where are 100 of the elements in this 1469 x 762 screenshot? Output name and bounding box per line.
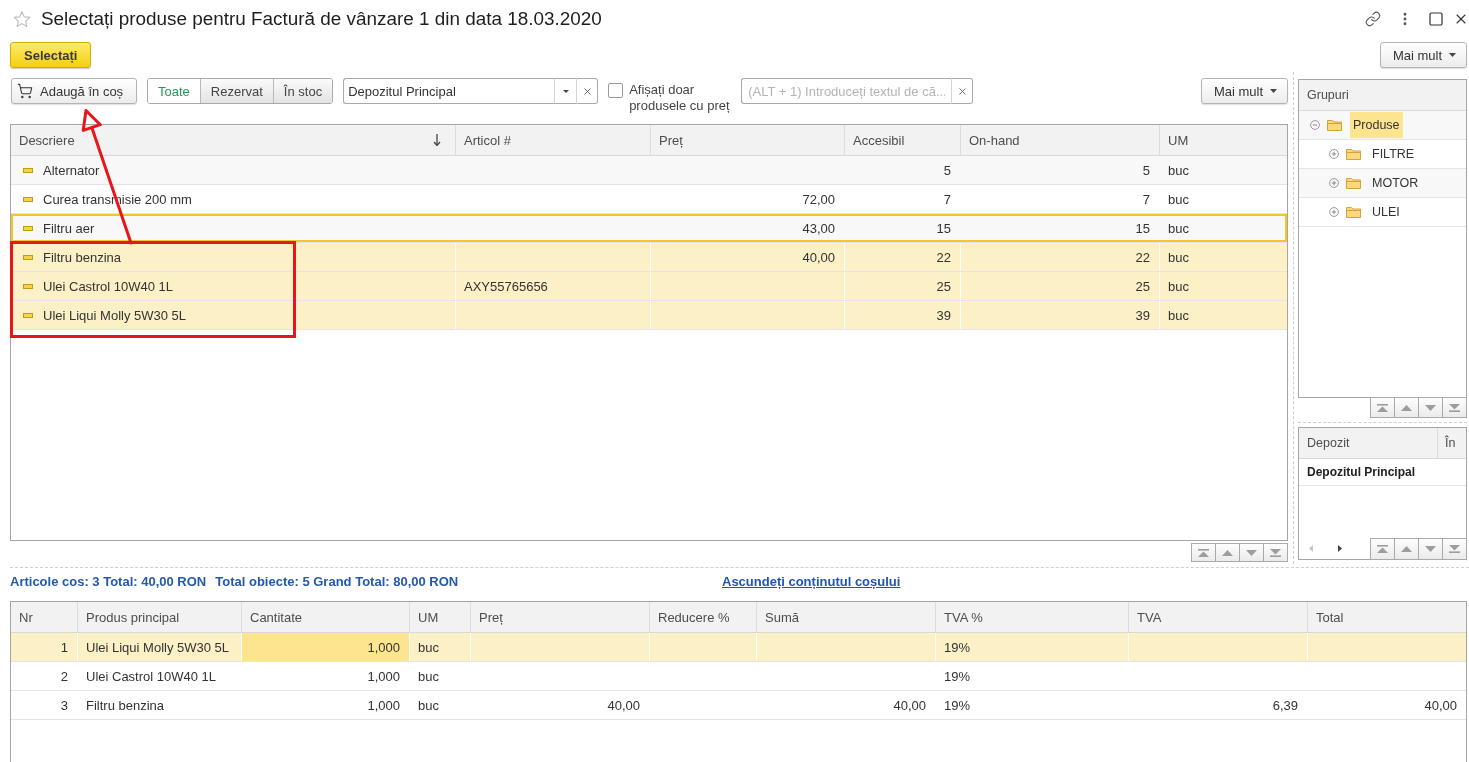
first-page-button[interactable] (1370, 538, 1395, 560)
cart-icon (17, 83, 33, 99)
column-header[interactable]: TVA (1129, 602, 1308, 632)
select-button[interactable]: Selectați (10, 42, 92, 68)
folder-icon (1327, 119, 1342, 131)
page-down-button[interactable] (1418, 538, 1443, 560)
column-header[interactable]: Cantitate (242, 602, 410, 632)
column-header[interactable]: UM (1160, 125, 1287, 155)
column-header[interactable]: Produs principal (78, 602, 242, 632)
table-cell-text: buc (417, 667, 440, 686)
column-header[interactable]: UM (410, 602, 471, 632)
item-icon (23, 196, 33, 202)
clear-button[interactable] (951, 78, 974, 104)
filter-tab[interactable]: În stoc (272, 79, 333, 103)
table-cell-text: 15 (1134, 219, 1151, 238)
column-header[interactable]: On-hand (961, 125, 1160, 155)
item-icon (23, 225, 33, 231)
more-button[interactable]: Mai mult (1200, 78, 1288, 104)
hide-cart-link[interactable]: Ascundeți conținutul coșului (722, 573, 901, 589)
table-row[interactable]: Ulei Castrol 10W40 1L AXY55765656 25 25 buc (11, 272, 1287, 301)
first-page-button[interactable] (1370, 397, 1395, 418)
sort-arrow-icon (433, 134, 441, 146)
to-bottom-icon (1449, 545, 1460, 553)
checkbox[interactable] (608, 83, 624, 98)
table-cell: 19% (936, 633, 1129, 661)
table-cell-text: 5 (1141, 161, 1151, 180)
table-row[interactable]: Ulei Liqui Molly 5W30 5L 39 39 buc (11, 301, 1287, 330)
table-row[interactable]: 1 Ulei Liqui Molly 5W30 5L 1,000 buc 19% (11, 633, 1466, 662)
tree-item[interactable]: FILTRE (1369, 141, 1418, 167)
expand-icon[interactable] (1329, 149, 1339, 159)
more-button[interactable]: Mai mult (1379, 42, 1467, 68)
column-header[interactable]: În (1438, 428, 1466, 458)
table-cell-text: Ulei Castrol 10W40 1L (85, 667, 218, 686)
caret-icon (1270, 89, 1277, 93)
expand-icon[interactable] (1329, 207, 1339, 217)
table-cell-text: 43,00 (801, 219, 836, 238)
table-cell: buc (410, 633, 471, 661)
table-cell-text: buc (1167, 248, 1190, 267)
up-triangle-icon (1401, 546, 1412, 552)
column-header[interactable]: Nr (11, 602, 78, 632)
table-cell: 40,00 (651, 243, 845, 271)
column-header[interactable]: Preț (471, 602, 650, 632)
folder-icon (1346, 206, 1361, 218)
maximize-icon[interactable] (1428, 11, 1444, 27)
dropdown-button[interactable] (554, 78, 577, 104)
page-down-button[interactable] (1239, 543, 1264, 562)
clear-icon (581, 85, 593, 97)
table-cell: Ulei Castrol 10W40 1L (43, 278, 174, 294)
table-cell: Depozitul Principal (1307, 465, 1415, 479)
table-row[interactable]: Filtru benzina 40,00 22 22 buc (11, 243, 1287, 272)
table-cell-text: 7 (942, 190, 952, 209)
table-row[interactable]: Alternator 5 5 buc (11, 156, 1287, 185)
column-header[interactable]: Descriere (11, 125, 456, 155)
table-cell-text: 72,00 (801, 190, 836, 209)
tree-item[interactable]: ULEI (1369, 199, 1403, 225)
scroll-right-icon[interactable] (1338, 545, 1342, 552)
table-cell: 22 (961, 243, 1160, 271)
to-bottom-icon (1449, 403, 1460, 412)
table-row[interactable]: Filtru aer 43,00 15 15 buc (11, 214, 1287, 243)
last-page-button[interactable] (1442, 538, 1467, 560)
clear-button[interactable] (576, 78, 599, 104)
scroll-left-icon[interactable] (1309, 545, 1313, 552)
column-header[interactable]: Articol # (456, 125, 651, 155)
clear-icon (956, 85, 968, 97)
column-header[interactable]: Depozit (1299, 428, 1438, 458)
column-header[interactable]: Sumă (757, 602, 936, 632)
column-header[interactable]: Reducere % (650, 602, 757, 632)
table-cell: AXY55765656 (456, 272, 651, 300)
column-header[interactable]: Accesibil (845, 125, 961, 155)
first-page-button[interactable] (1191, 543, 1216, 562)
table-cell-text: 5 (942, 161, 952, 180)
search-field[interactable]: (ALT + 1) Introduceți textul de că... (741, 78, 952, 104)
up-triangle-icon (1401, 404, 1412, 411)
table-cell-text: buc (417, 696, 440, 715)
page-up-button[interactable] (1394, 538, 1419, 560)
table-cell-text: 1,000 (366, 696, 401, 715)
table-cell: Filtru benzina (43, 249, 122, 265)
expand-icon[interactable] (1329, 178, 1339, 188)
table-cell-text: buc (1167, 190, 1190, 209)
column-header[interactable]: Total (1308, 602, 1466, 632)
table-cell-text: 19% (943, 667, 972, 686)
filter-tab[interactable]: Rezervat (199, 79, 273, 103)
panel-header: Grupuri (1299, 80, 1466, 111)
table-cell-text: buc (1167, 277, 1190, 296)
page-up-button[interactable] (1394, 397, 1419, 418)
add-to-cart-button[interactable]: Adaugă în coș (11, 78, 137, 104)
column-header[interactable]: TVA % (936, 602, 1129, 632)
column-header[interactable]: Preț (651, 125, 845, 155)
star-icon[interactable] (13, 10, 31, 28)
last-page-button[interactable] (1263, 543, 1288, 562)
to-top-icon (1377, 545, 1388, 553)
warehouse-field[interactable]: Depozitul Principal (343, 78, 555, 104)
page-up-button[interactable] (1215, 543, 1240, 562)
link-icon[interactable] (1365, 11, 1381, 27)
tree-item[interactable]: Produse (1350, 112, 1403, 138)
collapse-icon[interactable] (1310, 120, 1320, 130)
page-down-button[interactable] (1418, 397, 1443, 418)
last-page-button[interactable] (1442, 397, 1467, 418)
caret-icon (562, 89, 569, 93)
cart-summary: Articole cos: 3 Total: 40,00 RON (10, 573, 207, 589)
